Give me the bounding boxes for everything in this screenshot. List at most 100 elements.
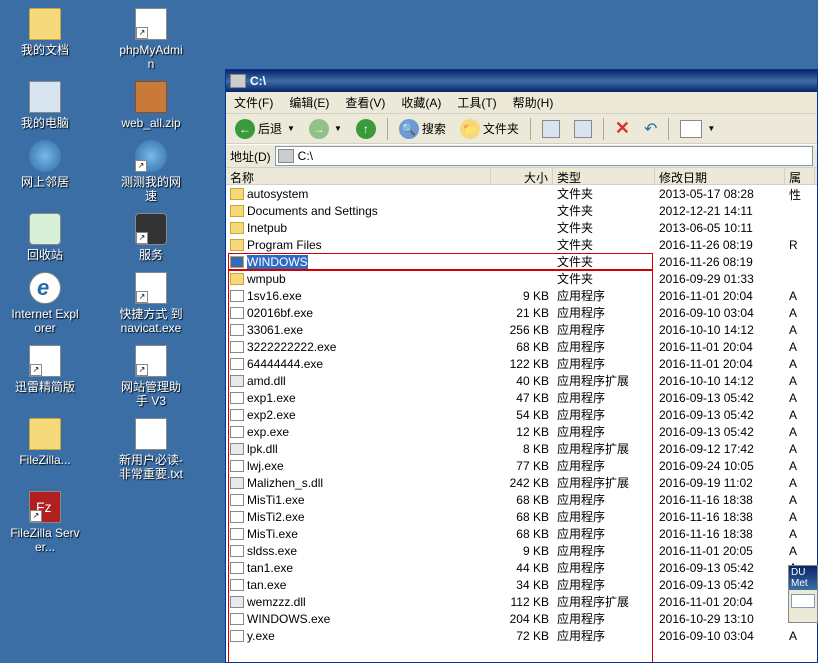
menu-fav[interactable]: 收藏(A): [397, 92, 445, 113]
desktop-navicat[interactable]: 快捷方式 到 navicat.exe: [116, 272, 186, 335]
desktop-phpmyadmin[interactable]: phpMyAdmin: [116, 8, 186, 71]
list-item[interactable]: 02016bf.exe21 KB应用程序2016-09-10 03:04A: [226, 304, 817, 321]
file-size: 21 KB: [491, 306, 553, 320]
separator: [603, 118, 604, 140]
desktop-weball[interactable]: web_all.zip: [116, 81, 186, 130]
file-attr: A: [785, 340, 815, 354]
list-item[interactable]: MisTi1.exe68 KB应用程序2016-11-16 18:38A: [226, 491, 817, 508]
desktop-xunlei[interactable]: 迅雷精简版: [10, 345, 80, 408]
list-item[interactable]: tan.exe34 KB应用程序2016-09-13 05:42A: [226, 576, 817, 593]
list-item[interactable]: Inetpub文件夹2013-06-05 10:11: [226, 219, 817, 236]
desktop-ie[interactable]: Internet Explorer: [10, 272, 80, 335]
list-item[interactable]: sldss.exe9 KB应用程序2016-11-01 20:05A: [226, 542, 817, 559]
list-item[interactable]: 1sv16.exe9 KB应用程序2016-11-01 20:04A: [226, 287, 817, 304]
menu-file[interactable]: 文件(F): [230, 92, 277, 113]
separator: [668, 118, 669, 140]
list-item[interactable]: 64444444.exe122 KB应用程序2016-11-01 20:04A: [226, 355, 817, 372]
desktop-fzserver[interactable]: FileZilla Server...: [10, 491, 80, 554]
list-item[interactable]: 3222222222.exe68 KB应用程序2016-11-01 20:04A: [226, 338, 817, 355]
list-item[interactable]: y.exe72 KB应用程序2016-09-10 03:04A: [226, 627, 817, 644]
file-date: 2016-11-16 18:38: [655, 527, 785, 541]
folders-button[interactable]: 📁文件夹: [455, 117, 524, 141]
file-name: MisTi2.exe: [247, 510, 305, 524]
list-item[interactable]: Malizhen_s.dll242 KB应用程序扩展2016-09-19 11:…: [226, 474, 817, 491]
list-item[interactable]: exp2.exe54 KB应用程序2016-09-13 05:42A: [226, 406, 817, 423]
list-item[interactable]: WINDOWS.exe204 KB应用程序2016-10-29 13:10A: [226, 610, 817, 627]
back-button[interactable]: ←后退▼: [230, 117, 300, 141]
file-name: exp.exe: [247, 425, 289, 439]
file-type: 应用程序: [553, 389, 655, 406]
file-attr: A: [785, 476, 815, 490]
list-item[interactable]: exp.exe12 KB应用程序2016-09-13 05:42A: [226, 423, 817, 440]
col-attr[interactable]: 属性: [785, 168, 815, 184]
titlebar[interactable]: C:\: [226, 70, 817, 92]
file-size: 9 KB: [491, 289, 553, 303]
file-date: 2013-05-17 08:28: [655, 187, 785, 201]
list-item[interactable]: Program Files文件夹2016-11-26 08:19R: [226, 236, 817, 253]
menu-view[interactable]: 查看(V): [341, 92, 389, 113]
desktop-services[interactable]: 服务: [116, 213, 186, 262]
exe-icon: [230, 392, 244, 404]
desktop-recycle[interactable]: 回收站: [10, 213, 80, 262]
address-input[interactable]: C:\: [275, 146, 813, 166]
list-item[interactable]: MisTi2.exe68 KB应用程序2016-11-16 18:38A: [226, 508, 817, 525]
moveto-button[interactable]: [537, 117, 565, 141]
menu-edit[interactable]: 编辑(E): [285, 92, 333, 113]
file-size: 40 KB: [491, 374, 553, 388]
list-item[interactable]: WINDOWS文件夹2016-11-26 08:19: [226, 253, 817, 270]
file-size: 44 KB: [491, 561, 553, 575]
du-meter-window[interactable]: DU Met: [788, 565, 818, 623]
file-name: 1sv16.exe: [247, 289, 302, 303]
file-type: 应用程序: [553, 491, 655, 508]
exe-icon: [230, 409, 244, 421]
col-name[interactable]: 名称: [226, 168, 491, 184]
file-name: Documents and Settings: [247, 204, 378, 218]
filezilla-icon: [29, 418, 61, 450]
list-item[interactable]: wemzzz.dll112 KB应用程序扩展2016-11-01 20:04A: [226, 593, 817, 610]
desktop-speedtest[interactable]: 测测我的网速: [116, 140, 186, 203]
file-size: 204 KB: [491, 612, 553, 626]
copyto-button[interactable]: [569, 117, 597, 141]
desktop-readme[interactable]: 新用户必读-非常重要.txt: [116, 418, 186, 481]
menu-tools[interactable]: 工具(T): [453, 92, 500, 113]
desktop-network[interactable]: 网上邻居: [10, 140, 80, 203]
col-date[interactable]: 修改日期: [655, 168, 785, 184]
list-item[interactable]: wmpub文件夹2016-09-29 01:33: [226, 270, 817, 287]
desktop-filezilla[interactable]: FileZilla...: [10, 418, 80, 481]
file-type: 文件夹: [553, 270, 655, 287]
list-item[interactable]: MisTi.exe68 KB应用程序2016-11-16 18:38A: [226, 525, 817, 542]
up-button[interactable]: ↑: [351, 117, 381, 141]
file-list[interactable]: 名称 大小 类型 修改日期 属性 autosystem文件夹2013-05-17…: [226, 168, 817, 662]
list-item[interactable]: tan1.exe44 KB应用程序2016-09-13 05:42A: [226, 559, 817, 576]
undo-button[interactable]: ↶: [639, 117, 662, 141]
file-size: 12 KB: [491, 425, 553, 439]
file-size: 112 KB: [491, 595, 553, 609]
desktop-mycomputer[interactable]: 我的电脑: [10, 81, 80, 130]
file-attr: A: [785, 629, 815, 643]
views-button[interactable]: ▼: [675, 117, 720, 141]
menu-help[interactable]: 帮助(H): [509, 92, 558, 113]
delete-button[interactable]: ✕: [610, 117, 635, 141]
file-type: 应用程序: [553, 338, 655, 355]
list-item[interactable]: lwj.exe77 KB应用程序2016-09-24 10:05A: [226, 457, 817, 474]
drive-icon: [278, 149, 294, 163]
list-item[interactable]: 33061.exe256 KB应用程序2016-10-10 14:12A: [226, 321, 817, 338]
list-item[interactable]: exp1.exe47 KB应用程序2016-09-13 05:42A: [226, 389, 817, 406]
list-item[interactable]: autosystem文件夹2013-05-17 08:28: [226, 185, 817, 202]
col-size[interactable]: 大小: [491, 168, 553, 184]
col-type[interactable]: 类型: [553, 168, 655, 184]
forward-button[interactable]: →▼: [304, 117, 347, 141]
icon-label: phpMyAdmin: [116, 43, 186, 71]
navicat-icon: [135, 272, 167, 304]
folder-icon: [230, 273, 244, 285]
desktop-mydocs[interactable]: 我的文档: [10, 8, 80, 71]
search-button[interactable]: 🔍搜索: [394, 117, 451, 141]
list-item[interactable]: amd.dll40 KB应用程序扩展2016-10-10 14:12A: [226, 372, 817, 389]
file-size: 256 KB: [491, 323, 553, 337]
file-size: 72 KB: [491, 629, 553, 643]
list-item[interactable]: Documents and Settings文件夹2012-12-21 14:1…: [226, 202, 817, 219]
column-headers: 名称 大小 类型 修改日期 属性: [226, 168, 817, 185]
desktop-webhelper[interactable]: 网站管理助手 V3: [116, 345, 186, 408]
list-item[interactable]: lpk.dll8 KB应用程序扩展2016-09-12 17:42A: [226, 440, 817, 457]
file-name: 64444444.exe: [247, 357, 323, 371]
